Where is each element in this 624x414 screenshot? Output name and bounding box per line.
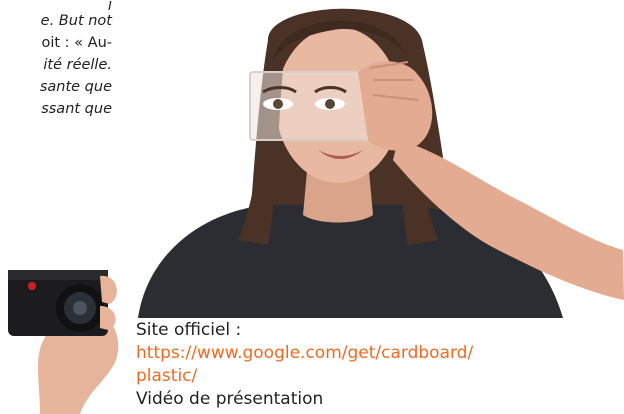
video-presentation-label: Vidéo de présentation [136,389,324,409]
camera-in-hand-photo [0,256,126,414]
official-site-link[interactable]: https://www.google.com/get/cardboard/ [136,342,473,365]
camera-icon [0,256,126,414]
cardboard-plastic-photo [118,0,624,318]
article-line: ité réelle. [43,57,112,73]
article-line: ssant que [41,101,112,117]
article-text: j e. But not oit : « Au- ité réelle. san… [0,0,112,120]
official-site-link-line: https://www.google.com/get/cardboard/ [136,343,474,363]
woman-with-viewer-illustration [118,0,624,318]
caption-label: Site officiel : [136,320,242,340]
article-line: sante que [39,79,112,95]
official-site-link-continued[interactable]: plastic/ [136,365,473,388]
article-line: oit : « Au- [41,35,112,51]
official-site-link-line: plastic/ [136,366,198,386]
article-line: e. But not [40,13,112,29]
article-line: j [107,0,112,10]
photo-caption: Site officiel : https://www.google.com/g… [136,319,473,411]
